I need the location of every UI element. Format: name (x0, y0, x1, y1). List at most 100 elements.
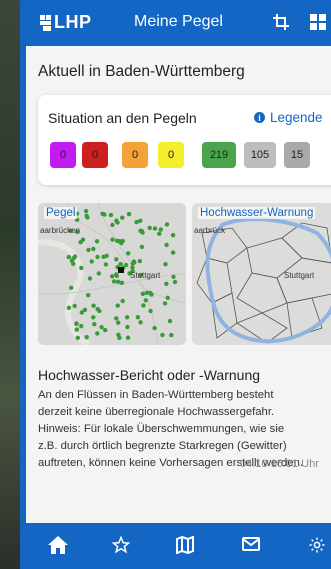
dashboard-icon[interactable] (310, 14, 326, 35)
station-dot (125, 324, 130, 330)
station-dot (101, 254, 106, 259)
status-chip-red[interactable]: 0 (82, 142, 108, 168)
station-dot (171, 274, 176, 279)
warning-label: Hochwasser-Warnung (198, 207, 316, 219)
info-icon: i (254, 112, 265, 123)
station-dot (138, 320, 143, 325)
station-dot (110, 222, 115, 228)
pegel-label: Pegel (44, 207, 78, 219)
legend-link[interactable]: i Legende (254, 110, 323, 125)
status-chip-purple[interactable]: 0 (50, 142, 76, 168)
report-title: Hochwasser-Bericht oder -Warnung (38, 367, 261, 383)
report-line: An den Flüssen in Baden-Württemberg best… (38, 389, 274, 401)
mail-icon[interactable] (242, 536, 260, 557)
station-dot (139, 244, 145, 250)
app-screen: LHP Meine Pegel Aktuell in Baden-Württem… (26, 0, 331, 569)
station-dot (167, 318, 173, 324)
legend-label: Legende (270, 110, 323, 125)
report-line: z.B. durch örtlich begrenzte Starkregen … (38, 440, 287, 452)
station-dot (114, 257, 119, 262)
station-dot (160, 332, 165, 338)
station-dot (66, 305, 72, 310)
pegel-map-tile[interactable]: Pegel aarbrücken Stuttgart (38, 203, 186, 345)
station-dot (91, 315, 96, 320)
station-dot (79, 265, 84, 271)
status-chip-green[interactable]: 219 (202, 142, 236, 168)
station-dot (170, 233, 176, 238)
bottom-nav (26, 523, 331, 569)
station-dot (135, 315, 141, 320)
station-dot (116, 320, 121, 325)
situation-card: Situation an den Pegeln i Legende 0 0 0 … (38, 95, 331, 185)
station-dot (126, 251, 131, 256)
station-dot (143, 298, 148, 303)
station-dot (144, 290, 150, 295)
station-dot (120, 215, 125, 220)
station-dot (116, 279, 121, 284)
station-dot (74, 321, 79, 326)
station-dot (94, 239, 100, 244)
station-dot (86, 247, 91, 253)
station-dot (103, 262, 109, 267)
station-dot (87, 276, 93, 281)
station-dot (125, 335, 131, 340)
station-dot (140, 291, 146, 296)
station-dot (163, 262, 168, 267)
station-dot (110, 274, 115, 279)
station-dot (79, 310, 84, 315)
station-dot (164, 222, 170, 227)
station-dot (96, 271, 101, 276)
home-icon[interactable] (48, 536, 68, 559)
station-dot (69, 285, 74, 290)
station-dot (95, 254, 100, 260)
station-dot (147, 225, 152, 231)
station-dot (164, 281, 169, 286)
station-dot (152, 325, 157, 331)
station-dot (158, 227, 163, 232)
station-dot (124, 315, 130, 320)
station-dot (162, 301, 168, 306)
report-timestamp: 04.10 16:01 Uhr (240, 458, 319, 470)
station-dot (114, 272, 119, 277)
station-dot (131, 259, 137, 264)
station-dot (164, 242, 169, 248)
station-dot (117, 335, 122, 340)
station-dot (141, 303, 146, 308)
station-dot (69, 258, 75, 263)
map-town-saarbruecken: aarbrücken (40, 226, 81, 235)
station-dot (148, 308, 153, 314)
map-town-stuttgart: Stuttgart (130, 271, 161, 280)
station-dot (119, 240, 124, 246)
station-dot (118, 261, 123, 267)
status-chip-yellow[interactable]: 0 (158, 142, 184, 168)
station-dot (86, 293, 91, 298)
station-dot (165, 295, 170, 300)
status-chip-gray[interactable]: 15 (284, 142, 310, 168)
station-dot (99, 325, 104, 330)
station-dot (80, 237, 86, 242)
station-dot (108, 212, 114, 218)
crop-icon[interactable] (272, 13, 290, 36)
report-line: Hinweis: Für lokale Überschwemmungen, wi… (38, 423, 285, 435)
station-dot (91, 246, 96, 252)
station-dot (95, 331, 100, 336)
status-chip-lightgray[interactable]: 105 (244, 142, 276, 168)
station-dot (134, 219, 139, 225)
warning-map-tile[interactable]: Hochwasser-Warnung aarbrück Stuttgart (192, 203, 331, 345)
map-icon[interactable] (176, 535, 194, 559)
station-dot (114, 218, 119, 223)
station-dot (72, 303, 77, 309)
station-dot (66, 254, 71, 260)
station-dot (140, 230, 145, 235)
station-dot (169, 332, 174, 338)
station-dot (95, 306, 100, 312)
station-dot (89, 259, 94, 264)
star-icon[interactable] (111, 535, 131, 559)
status-chip-orange[interactable]: 0 (122, 142, 148, 168)
station-dot (102, 212, 107, 217)
settings-icon[interactable] (308, 536, 326, 559)
app-bar: LHP Meine Pegel (26, 0, 331, 46)
station-dot (83, 208, 89, 214)
station-dot (115, 303, 120, 308)
station-dot (126, 211, 132, 217)
